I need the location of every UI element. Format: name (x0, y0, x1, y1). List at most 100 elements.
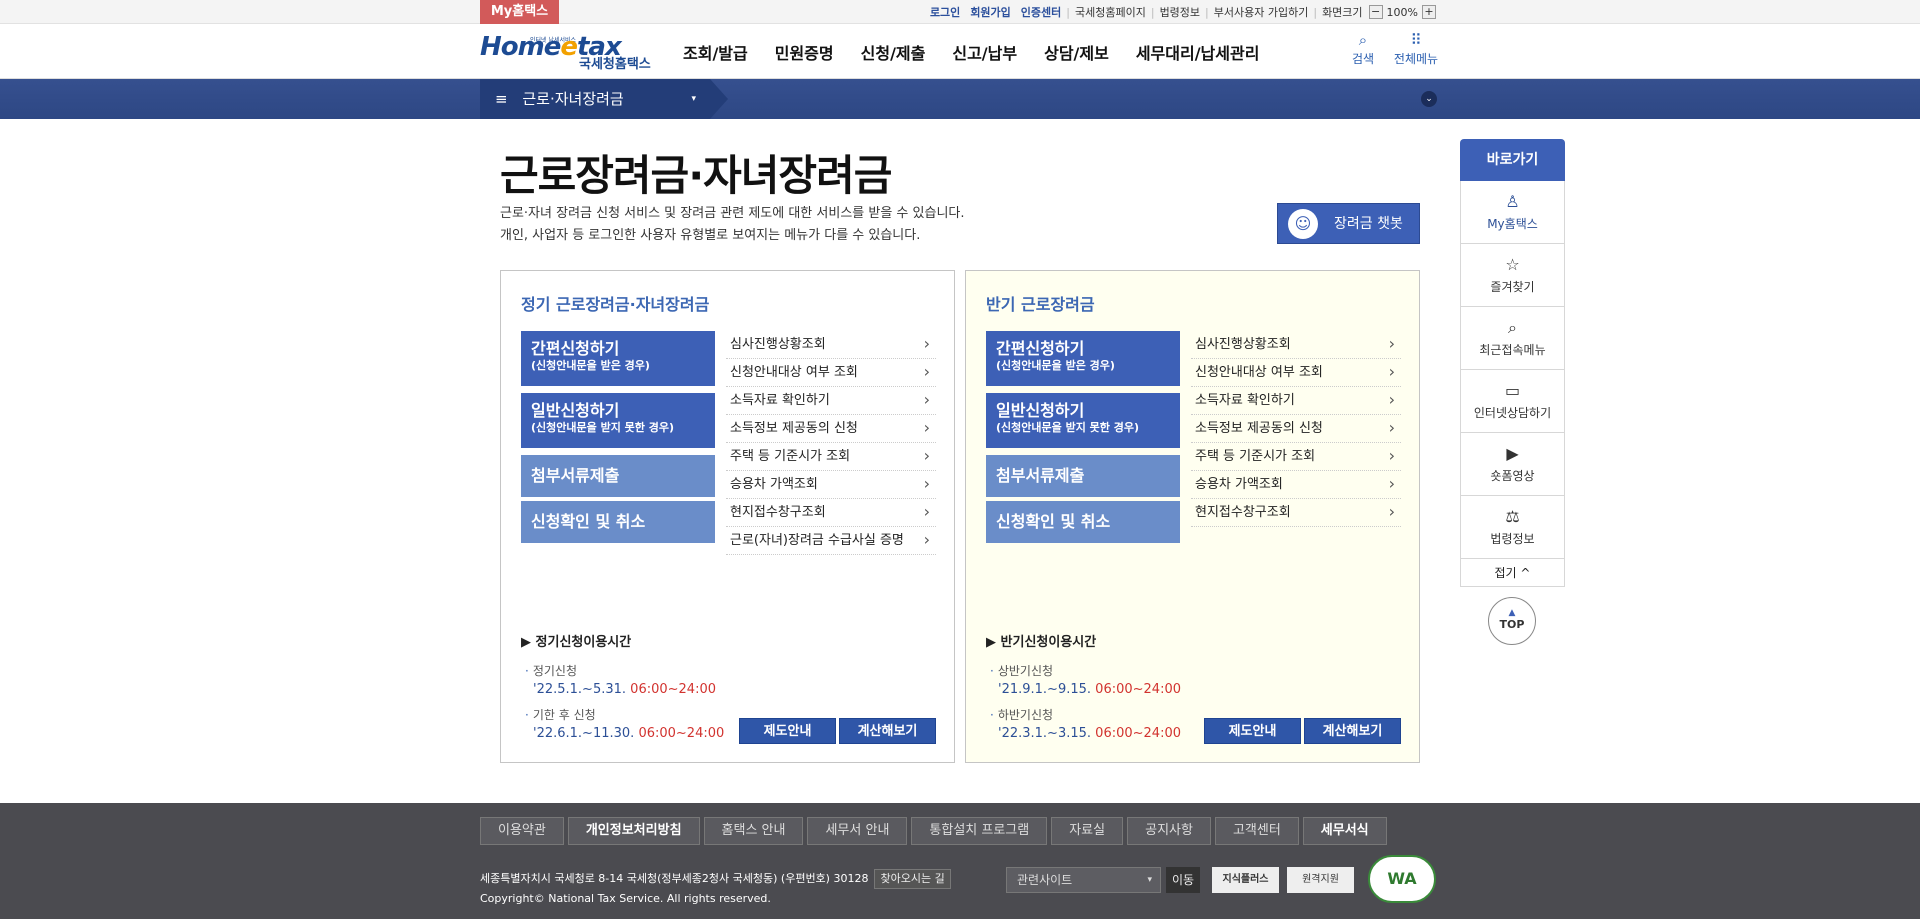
nav-report-payment[interactable]: 신고/납부 (952, 40, 1017, 64)
nts-homepage-link[interactable]: 국세청홈페이지 (1075, 4, 1146, 20)
guide-button[interactable]: 제도안내 (739, 718, 836, 744)
footer: 이용약관 개인정보처리방침 홈택스 안내 세무서 안내 통합설치 프로그램 자료… (0, 803, 1920, 919)
quick-short-video[interactable]: ▶ 숏폼영상 (1460, 433, 1565, 496)
link-income-consent[interactable]: 소득정보 제공동의 신청 (726, 414, 936, 443)
panel-title: 반기 근로장려금 (986, 295, 1095, 314)
link-benefit-proof[interactable]: 근로(자녀)장려금 수급사실 증명 (726, 526, 936, 555)
copyright: Copyright© National Tax Service. All rig… (480, 892, 771, 905)
half-year-incentive-panel: 반기 근로장려금 간편신청하기 (신청안내문을 받은 경우) 일반신청하기 (신… (965, 270, 1420, 763)
footer-address: 세종특별자치시 국세청로 8-14 국세청(정부세종2청사 국세청동) (우편번… (480, 869, 951, 909)
quick-favorites[interactable]: ☆ 즐겨찾기 (1460, 244, 1565, 307)
link-car-price[interactable]: 승용차 가액조회 (726, 470, 936, 499)
my-hometax-tab[interactable]: My홈택스 (480, 0, 559, 24)
period-label: · 상반기신청 (990, 664, 1054, 678)
general-apply-button[interactable]: 일반신청하기 (신청안내문을 받지 못한 경우) (521, 393, 715, 448)
go-button[interactable]: 이동 (1166, 867, 1200, 893)
link-review-status[interactable]: 심사진행상황조회 (1191, 330, 1401, 359)
period-dates: '22.3.1.~3.15. 06:00~24:00 (998, 726, 1181, 741)
footer-notice[interactable]: 공지사항 (1127, 817, 1211, 845)
link-review-status[interactable]: 심사진행상황조회 (726, 330, 936, 359)
period-label: · 하반기신청 (990, 708, 1054, 722)
footer-customer-center[interactable]: 고객센터 (1214, 817, 1299, 845)
link-income-consent[interactable]: 소득정보 제공동의 신청 (1191, 414, 1401, 443)
logo-subtitle: 국세청홈택스 (579, 57, 651, 72)
related-sites-select[interactable]: 관련사이트 ▾ (1006, 867, 1161, 893)
button-label: 간편신청하기 (531, 339, 620, 358)
divider: | (1313, 5, 1318, 19)
link-eligibility[interactable]: 신청안내대상 여부 조회 (726, 358, 936, 387)
link-house-price[interactable]: 주택 등 기준시가 조회 (726, 442, 936, 471)
link-local-desk[interactable]: 현지접수창구조회 (1191, 498, 1401, 527)
link-house-price[interactable]: 주택 등 기준시가 조회 (1191, 442, 1401, 471)
footer-links: 이용약관 개인정보처리방침 홈택스 안내 세무서 안내 통합설치 프로그램 자료… (480, 817, 1391, 845)
chatbot-label: 장려금 챗봇 (1334, 216, 1403, 232)
grid-icon: ⠿ (1410, 31, 1422, 49)
star-icon: ☆ (1505, 255, 1520, 274)
find-way-button[interactable]: 찾아오시는 길 (874, 869, 951, 889)
hamburger-icon: ≡ (495, 90, 508, 108)
guide-button[interactable]: 제도안내 (1204, 718, 1301, 744)
quick-online-consult[interactable]: ▭ 인터넷상담하기 (1460, 370, 1565, 433)
regular-incentive-panel: 정기 근로장려금·자녀장려금 간편신청하기 (신청안내문을 받은 경우) 일반신… (500, 270, 955, 763)
divider: | (1205, 5, 1209, 19)
period-label: · 정기신청 (525, 664, 577, 678)
submit-documents-button[interactable]: 첨부서류제출 (521, 455, 715, 497)
link-local-desk[interactable]: 현지접수창구조회 (726, 498, 936, 527)
calculate-button[interactable]: 계산해보기 (1304, 718, 1401, 744)
nav-tax-agent[interactable]: 세무대리/납세관리 (1136, 40, 1260, 64)
quick-menu: 바로가기 ♙ My홈택스 ☆ 즐겨찾기 ⌕ 최근접속메뉴 ▭ 인터넷상담하기 ▶… (1460, 139, 1565, 587)
remote-support-button[interactable]: 원격지원 (1287, 867, 1354, 893)
login-link[interactable]: 로그인 (930, 4, 960, 20)
caret-down-icon: ▾ (1147, 875, 1152, 885)
wa-certification-mark: WA (1368, 855, 1436, 903)
calculate-button[interactable]: 계산해보기 (839, 718, 936, 744)
footer-library[interactable]: 자료실 (1051, 817, 1124, 845)
footer-tax-office[interactable]: 세무서 안내 (807, 817, 908, 845)
search-label: 검색 (1351, 52, 1375, 66)
footer-privacy[interactable]: 개인정보처리방침 (567, 817, 700, 845)
footer-hometax-guide[interactable]: 홈택스 안내 (703, 817, 804, 845)
button-label: 간편신청하기 (996, 339, 1085, 358)
sub-menu-select[interactable]: ≡ 근로·자녀장려금 ▾ (480, 79, 728, 119)
general-apply-button[interactable]: 일반신청하기 (신청안내문을 받지 못한 경우) (986, 393, 1180, 448)
footer-terms[interactable]: 이용약관 (480, 817, 564, 845)
simple-apply-button[interactable]: 간편신청하기 (신청안내문을 받은 경우) (521, 331, 715, 386)
knowledge-plus-badge[interactable]: 지식플러스 (1212, 867, 1279, 893)
cert-center-link[interactable]: 인증센터 (1021, 4, 1061, 20)
footer-tax-forms[interactable]: 세무서식 (1302, 817, 1387, 845)
nav-consult[interactable]: 상담/제보 (1044, 40, 1109, 64)
sub-menu-selected: 근로·자녀장려금 (522, 90, 624, 108)
fold-button[interactable]: 접기 ^ (1460, 559, 1565, 587)
law-info-link[interactable]: 법령정보 (1160, 4, 1200, 20)
quick-recent[interactable]: ⌕ 최근접속메뉴 (1460, 307, 1565, 370)
link-income-data[interactable]: 소득자료 확인하기 (726, 386, 936, 415)
zoom-in-button[interactable]: + (1422, 5, 1436, 19)
confirm-cancel-button[interactable]: 신청확인 및 취소 (521, 501, 715, 543)
chatbot-icon: ☺ (1288, 209, 1318, 239)
address-text: 세종특별자치시 국세청로 8-14 국세청(정부세종2청사 국세청동) (우편번… (480, 872, 869, 885)
chatbot-button[interactable]: ☺ 장려금 챗봇 (1277, 203, 1420, 244)
link-income-data[interactable]: 소득자료 확인하기 (1191, 386, 1401, 415)
footer-install[interactable]: 통합설치 프로그램 (911, 817, 1048, 845)
confirm-cancel-button[interactable]: 신청확인 및 취소 (986, 501, 1180, 543)
hometax-logo[interactable]: 인터넷 납세서비스 Homeetax 국세청홈택스 (480, 30, 660, 74)
scroll-top-button[interactable]: ▲ TOP (1488, 597, 1536, 645)
chevron-down-icon[interactable]: ⌄ (1421, 91, 1437, 107)
signup-link[interactable]: 회원가입 (970, 4, 1010, 20)
utility-links: 로그인 회원가입 인증센터 | 국세청홈페이지 | 법령정보 | 부서사용자 가… (920, 0, 1436, 24)
submit-documents-button[interactable]: 첨부서류제출 (986, 455, 1180, 497)
link-eligibility[interactable]: 신청안내대상 여부 조회 (1191, 358, 1401, 387)
search-button[interactable]: ⌕ 검색 (1348, 32, 1378, 67)
all-menu-button[interactable]: ⠿ 전체메뉴 (1390, 32, 1442, 67)
description-line: 개인, 사업자 등 로그인한 사용자 유형별로 보여지는 메뉴가 다를 수 있습… (500, 228, 921, 243)
zoom-out-button[interactable]: − (1368, 5, 1383, 19)
quick-law-info[interactable]: ⚖ 법령정보 (1460, 496, 1565, 559)
nav-application[interactable]: 신청/제출 (861, 40, 926, 64)
nav-inquiry[interactable]: 조회/발급 (683, 40, 748, 64)
nav-certificate[interactable]: 민원증명 (775, 40, 834, 64)
simple-apply-button[interactable]: 간편신청하기 (신청안내문을 받은 경우) (986, 331, 1180, 386)
button-sublabel: (신청안내문을 받은 경우) (531, 359, 650, 372)
quick-my-hometax[interactable]: ♙ My홈택스 (1460, 181, 1565, 244)
dept-user-signup-link[interactable]: 부서사용자 가입하기 (1214, 4, 1309, 20)
link-car-price[interactable]: 승용차 가액조회 (1191, 470, 1401, 499)
